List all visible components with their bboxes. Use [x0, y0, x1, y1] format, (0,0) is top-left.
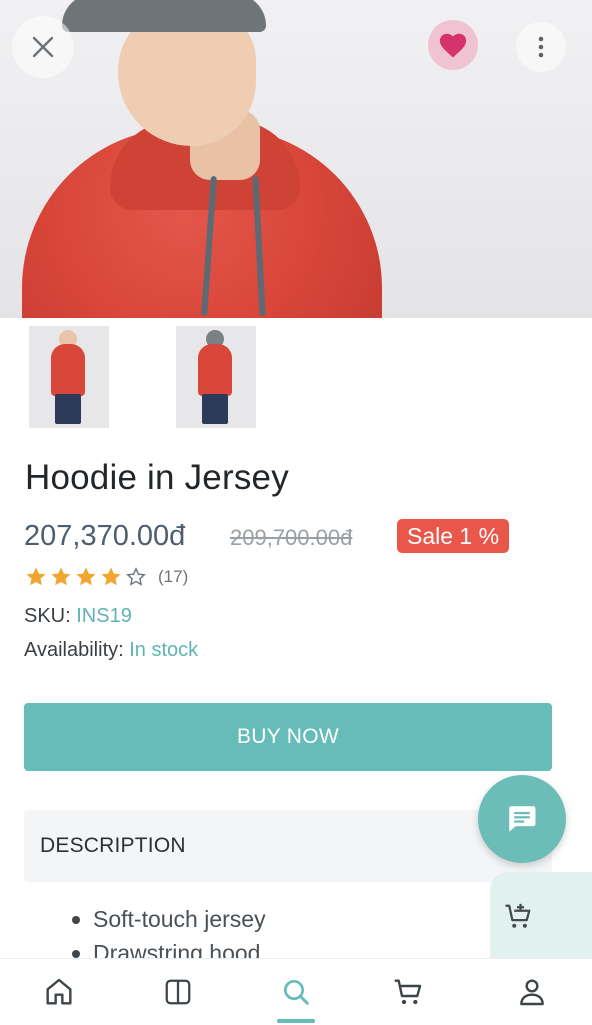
sale-badge: Sale 1 %: [397, 519, 510, 553]
star-filled-icon: [51, 567, 71, 586]
more-vertical-icon: [538, 36, 544, 58]
close-icon: [32, 36, 54, 58]
thumb-jeans: [202, 394, 228, 424]
star-filled-icon: [76, 567, 96, 586]
nav-home[interactable]: [19, 959, 99, 1025]
favorite-button[interactable]: [428, 20, 478, 70]
nav-cart[interactable]: [368, 959, 448, 1025]
description-header[interactable]: DESCRIPTION: [24, 810, 552, 882]
rating-stars[interactable]: (17): [24, 565, 188, 589]
nav-account[interactable]: [492, 959, 572, 1025]
nav-search[interactable]: [256, 959, 336, 1025]
sku-row: SKU: INS19: [24, 605, 132, 628]
user-icon: [520, 979, 544, 1006]
cart-icon: [394, 979, 422, 1005]
buy-now-button[interactable]: BUY NOW: [24, 703, 552, 771]
thumb-hoodie: [51, 344, 85, 396]
availability-row: Availability: In stock: [24, 639, 198, 662]
thumb-jeans: [55, 394, 81, 424]
product-thumbnail-front[interactable]: [29, 326, 109, 428]
thumb-hoodie: [198, 344, 232, 396]
close-button[interactable]: [12, 16, 74, 78]
search-icon: [284, 980, 309, 1005]
availability-label: Availability:: [24, 639, 124, 661]
nav-categories[interactable]: [138, 959, 218, 1025]
star-filled-icon: [26, 567, 46, 586]
chat-icon: [509, 806, 536, 832]
more-options-button[interactable]: [516, 22, 566, 72]
availability-value: In stock: [129, 639, 199, 661]
sku-value: INS19: [76, 605, 132, 627]
active-tab-indicator: [277, 1019, 315, 1023]
description-label: DESCRIPTION: [40, 834, 186, 857]
model-cap: [62, 0, 266, 32]
bottom-navigation: [0, 958, 592, 1025]
add-to-cart-button[interactable]: [490, 872, 592, 962]
list-item: Soft-touch jersey: [72, 902, 266, 936]
product-price: 207,370.00đ: [24, 520, 186, 552]
original-price: 209,700.00đ: [230, 525, 353, 550]
star-filled-icon: [101, 567, 121, 586]
heart-icon: [439, 33, 467, 58]
cart-plus-icon: [505, 903, 531, 928]
product-title: Hoodie in Jersey: [25, 458, 289, 497]
star-empty-icon: [126, 567, 146, 586]
product-main-image: [0, 0, 592, 318]
sku-label: SKU:: [24, 605, 71, 627]
columns-icon: [165, 979, 191, 1005]
chat-button[interactable]: [478, 775, 566, 863]
review-count[interactable]: (17): [158, 567, 188, 587]
home-icon: [46, 978, 72, 1005]
product-thumbnail-back[interactable]: [176, 326, 256, 428]
